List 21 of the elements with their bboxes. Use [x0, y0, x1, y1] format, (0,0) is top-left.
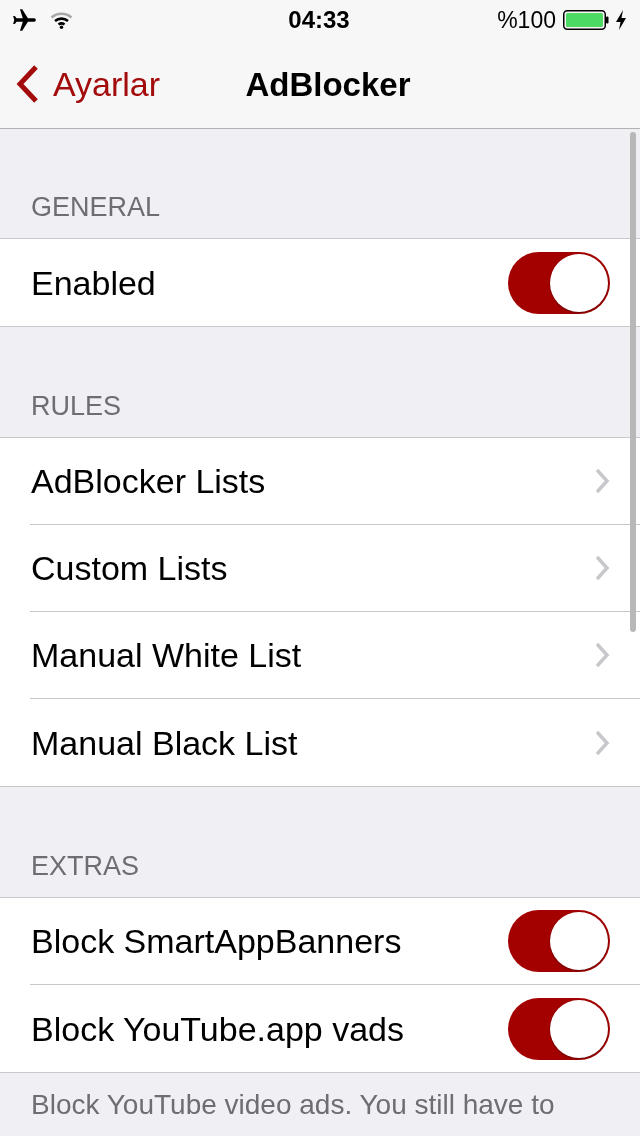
- back-button[interactable]: Ayarlar: [16, 64, 161, 104]
- row-label: Enabled: [31, 265, 156, 300]
- section-footer: Block YouTube video ads. You still have to: [31, 1088, 609, 1122]
- airplane-icon: [12, 7, 37, 33]
- list-row[interactable]: Manual Black List: [30, 699, 640, 786]
- chevron-icon: [594, 555, 610, 581]
- section-header: GENERAL: [31, 194, 161, 221]
- chevron-icon: [594, 729, 610, 756]
- battery-percent: %100: [497, 8, 556, 32]
- chevron-icon: [594, 468, 610, 494]
- status-time: 04:33: [288, 8, 350, 32]
- nav-title: AdBlocker: [245, 67, 411, 101]
- battery-icon: [563, 10, 609, 30]
- chevron-icon: [594, 642, 610, 668]
- row-label: Block YouTube.app vads: [31, 1011, 405, 1046]
- wifi-icon: [50, 11, 73, 29]
- row-label: Block SmartAppBanners: [31, 924, 402, 958]
- charging-bolt-icon: [616, 10, 626, 30]
- back-chevron-icon: [16, 64, 40, 104]
- section-header: EXTRAS: [31, 853, 140, 880]
- section-header: RULES: [31, 393, 122, 420]
